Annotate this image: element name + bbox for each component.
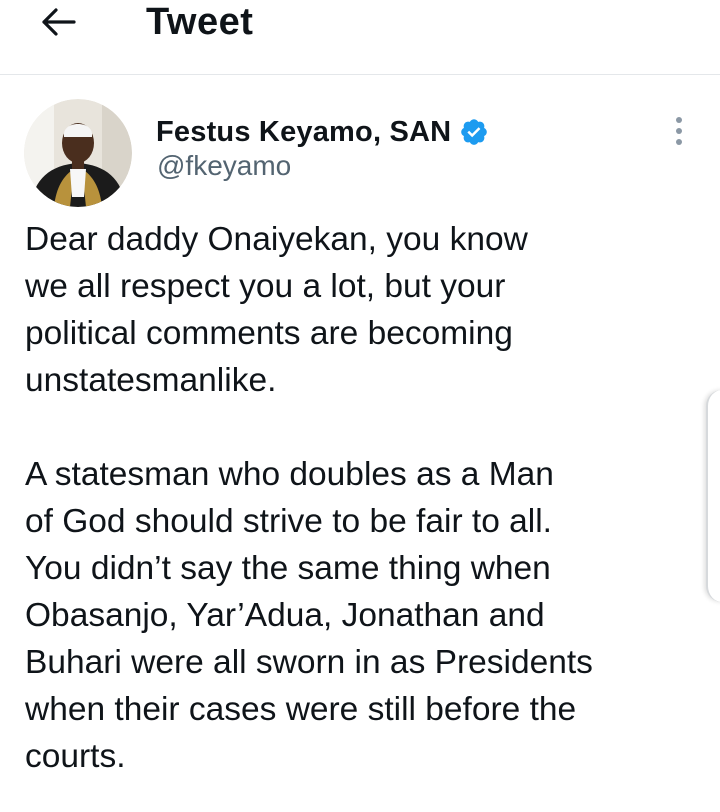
author-handle[interactable]: @fkeyamo xyxy=(157,150,291,182)
author-display-name[interactable]: Festus Keyamo, SAN xyxy=(156,116,451,149)
back-button[interactable] xyxy=(28,0,88,44)
avatar[interactable] xyxy=(24,99,132,207)
author-name-row: Festus Keyamo, SAN xyxy=(156,112,489,152)
tweet-detail-screen: Tweet Festus Keyamo, SAN @fkeyamo Dear d… xyxy=(0,0,720,812)
tweet-body-text: Dear daddy Onaiyekan, you know we all re… xyxy=(25,221,593,775)
avatar-image xyxy=(24,99,132,207)
verified-badge-icon xyxy=(461,119,488,145)
arrow-left-icon xyxy=(42,8,76,36)
more-vertical-icon xyxy=(676,117,682,145)
page-title: Tweet xyxy=(146,1,254,43)
more-options-button[interactable] xyxy=(664,112,694,152)
top-app-bar: Tweet xyxy=(0,0,720,75)
edge-panel-handle[interactable] xyxy=(706,390,720,602)
